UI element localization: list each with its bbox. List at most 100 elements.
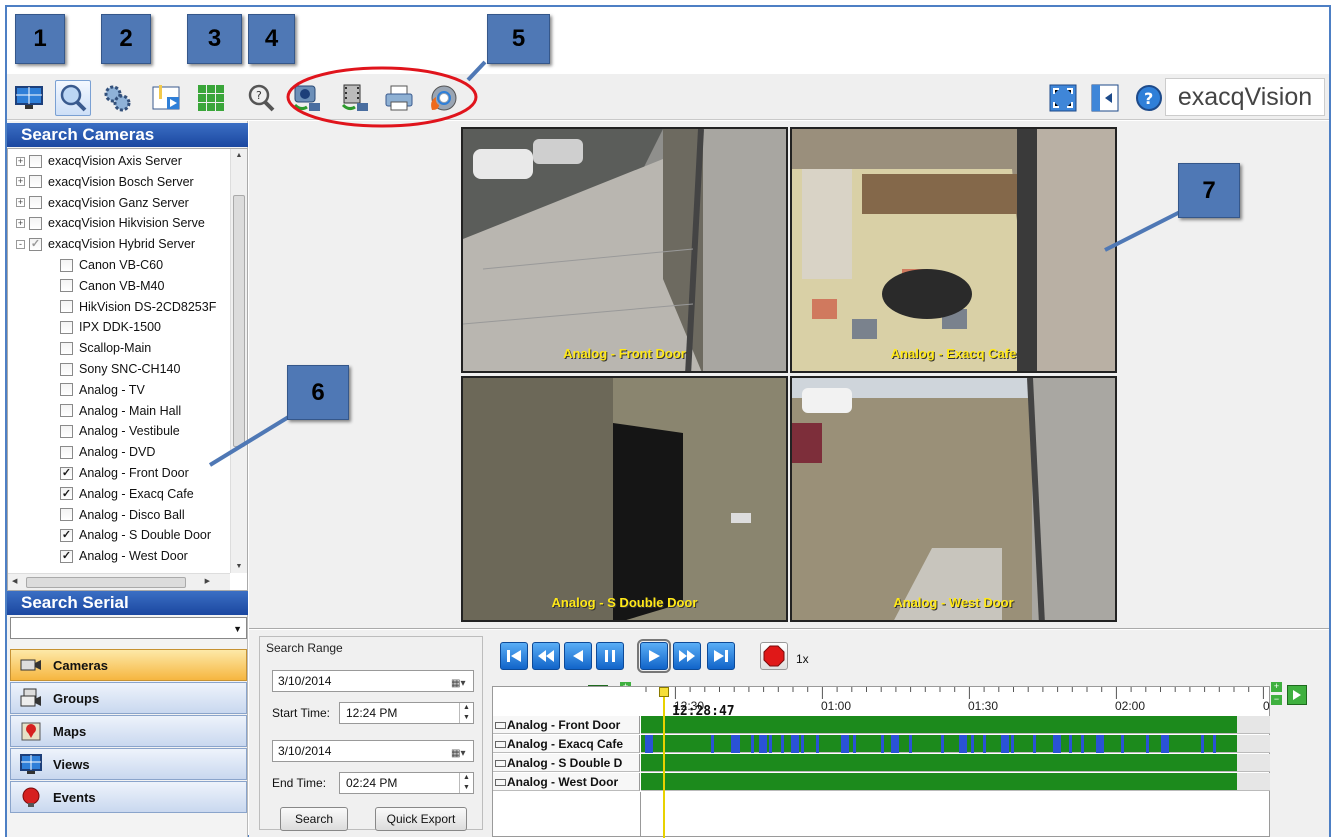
track-label[interactable]: Analog - West Door xyxy=(493,773,640,791)
checkbox[interactable] xyxy=(29,196,42,210)
start-time-spinner[interactable]: ▲ ▼ xyxy=(459,703,473,723)
tree-item[interactable]: Analog - DVD xyxy=(60,442,155,462)
checkbox[interactable]: ✓ xyxy=(60,466,73,480)
zoom-in-right-icon[interactable]: + xyxy=(1271,682,1282,692)
collapse-icon[interactable]: - xyxy=(16,239,25,249)
playhead[interactable] xyxy=(663,687,665,838)
tree-item[interactable]: Analog - TV xyxy=(60,380,145,400)
video-tile[interactable]: Analog - Front Door xyxy=(461,127,788,373)
checkbox[interactable] xyxy=(60,404,73,418)
video-tile[interactable]: Analog - Exacq Cafe xyxy=(790,127,1117,373)
recording-track[interactable] xyxy=(641,773,1237,791)
checkbox[interactable] xyxy=(60,445,73,459)
scroll-left-icon[interactable]: ◀ xyxy=(12,577,17,585)
track-label[interactable]: Analog - S Double D xyxy=(493,754,640,772)
tree-item[interactable]: ✓ Analog - Exacq Cafe xyxy=(60,484,194,504)
checkbox[interactable] xyxy=(29,154,42,168)
multi-view-icon[interactable] xyxy=(193,80,229,116)
export-snapshot-icon[interactable] xyxy=(289,80,325,116)
timeline[interactable]: 12:30 01:00 01:30 02:00 0 12:28:47 Analo… xyxy=(492,686,1270,838)
export-video-icon[interactable] xyxy=(337,80,373,116)
skip-to-end-button[interactable] xyxy=(707,642,735,670)
zoom-out-right-icon[interactable]: − xyxy=(1271,695,1282,705)
checkbox[interactable] xyxy=(60,258,73,272)
tree-item[interactable]: Analog - Vestibule xyxy=(60,421,180,441)
tree-vertical-scrollbar[interactable]: ▲ ▼ xyxy=(230,149,247,573)
timeline-forward-button[interactable] xyxy=(1287,685,1307,705)
camera-tree[interactable]: + exacqVision Axis Server + exacqVision Bos… xyxy=(7,148,248,591)
live-view-icon[interactable] xyxy=(11,80,47,116)
video-tile[interactable]: Analog - West Door xyxy=(790,376,1117,622)
checkbox[interactable] xyxy=(60,279,73,293)
end-time-field[interactable]: 02:24 PM ▲ ▼ xyxy=(339,772,474,794)
tree-item[interactable]: ✓ Analog - S Double Door xyxy=(60,525,211,545)
tree-item[interactable]: Analog - Main Hall xyxy=(60,401,181,421)
fullscreen-icon[interactable] xyxy=(1045,80,1081,116)
start-date-field[interactable]: 3/10/2014 ▦▾ xyxy=(272,670,474,692)
tree-item[interactable]: - ✓ exacqVision Hybrid Server xyxy=(16,234,195,254)
calendar-icon[interactable]: ▦▾ xyxy=(451,744,469,759)
expand-icon[interactable]: + xyxy=(16,198,25,208)
checkbox[interactable] xyxy=(60,341,73,355)
calendar-icon[interactable]: ▦▾ xyxy=(451,674,469,689)
nav-maps[interactable]: Maps xyxy=(10,715,247,747)
tree-hscroll-thumb[interactable] xyxy=(26,577,186,588)
tree-scroll-thumb[interactable] xyxy=(233,195,245,447)
tree-horizontal-scrollbar[interactable]: ◀ ▶ xyxy=(8,573,230,590)
recording-track[interactable] xyxy=(641,716,1237,734)
tree-item[interactable]: + exacqVision Axis Server xyxy=(16,151,182,171)
tree-item[interactable]: ✓ Analog - West Door xyxy=(60,546,188,566)
video-tile[interactable]: Analog - S Double Door xyxy=(461,376,788,622)
checkbox[interactable] xyxy=(29,175,42,189)
recording-track[interactable] xyxy=(641,754,1237,772)
checkbox[interactable] xyxy=(60,383,73,397)
tree-item[interactable]: Canon VB-M40 xyxy=(60,276,164,296)
configuration-icon[interactable] xyxy=(99,80,135,116)
tree-item[interactable]: Sony SNC-CH140 xyxy=(60,359,180,379)
track-label[interactable]: Analog - Exacq Cafe xyxy=(493,735,640,753)
help-icon[interactable]: ? xyxy=(1131,80,1167,116)
nav-events[interactable]: Events xyxy=(10,781,247,813)
print-icon[interactable] xyxy=(381,80,417,116)
recording-track[interactable] xyxy=(641,735,1237,753)
checkbox[interactable] xyxy=(60,424,73,438)
checkbox[interactable]: ✓ xyxy=(60,528,73,542)
tree-item[interactable]: + exacqVision Bosch Server xyxy=(16,172,194,192)
checkbox[interactable]: ✓ xyxy=(60,549,73,563)
scroll-down-icon[interactable]: ▼ xyxy=(231,563,247,570)
tree-item[interactable]: ✓ Analog - Front Door xyxy=(60,463,189,483)
nav-views[interactable]: Views xyxy=(10,748,247,780)
tree-item[interactable]: + exacqVision Hikvision Serve xyxy=(16,213,205,233)
scroll-up-icon[interactable]: ▲ xyxy=(231,152,247,159)
tree-item[interactable]: IPX DDK-1500 xyxy=(60,317,161,337)
search-button[interactable]: Search xyxy=(280,807,348,831)
playback-export-icon[interactable] xyxy=(149,80,185,116)
expand-icon[interactable]: + xyxy=(16,218,25,228)
panel-toggle-icon[interactable] xyxy=(1087,80,1123,116)
start-time-field[interactable]: 12:24 PM ▲ ▼ xyxy=(339,702,474,724)
nav-groups[interactable]: Groups xyxy=(10,682,247,714)
quick-export-button[interactable]: Quick Export xyxy=(375,807,467,831)
tree-item[interactable]: Scallop-Main xyxy=(60,338,151,358)
checkbox[interactable]: ✓ xyxy=(29,237,42,251)
pause-button[interactable] xyxy=(596,642,624,670)
burn-disc-icon[interactable] xyxy=(425,80,461,116)
end-date-field[interactable]: 3/10/2014 ▦▾ xyxy=(272,740,474,762)
fast-forward-button[interactable] xyxy=(673,642,701,670)
record-button[interactable] xyxy=(760,642,788,670)
expand-icon[interactable]: + xyxy=(16,177,25,187)
step-back-button[interactable] xyxy=(564,642,592,670)
serial-select[interactable]: ▼ xyxy=(10,617,247,639)
track-label[interactable]: Analog - Front Door xyxy=(493,716,640,734)
search-icon[interactable] xyxy=(55,80,91,116)
expand-icon[interactable]: + xyxy=(16,156,25,166)
end-time-spinner[interactable]: ▲ ▼ xyxy=(459,773,473,793)
tree-item[interactable]: Canon VB-C60 xyxy=(60,255,163,275)
tree-item[interactable]: Analog - Disco Ball xyxy=(60,505,185,525)
tree-item[interactable]: HikVision DS-2CD8253F xyxy=(60,297,216,317)
checkbox[interactable] xyxy=(29,216,42,230)
find-icon[interactable]: ? xyxy=(243,80,279,116)
tree-item[interactable]: + exacqVision Ganz Server xyxy=(16,193,189,213)
rewind-button[interactable] xyxy=(532,642,560,670)
checkbox[interactable] xyxy=(60,300,73,314)
